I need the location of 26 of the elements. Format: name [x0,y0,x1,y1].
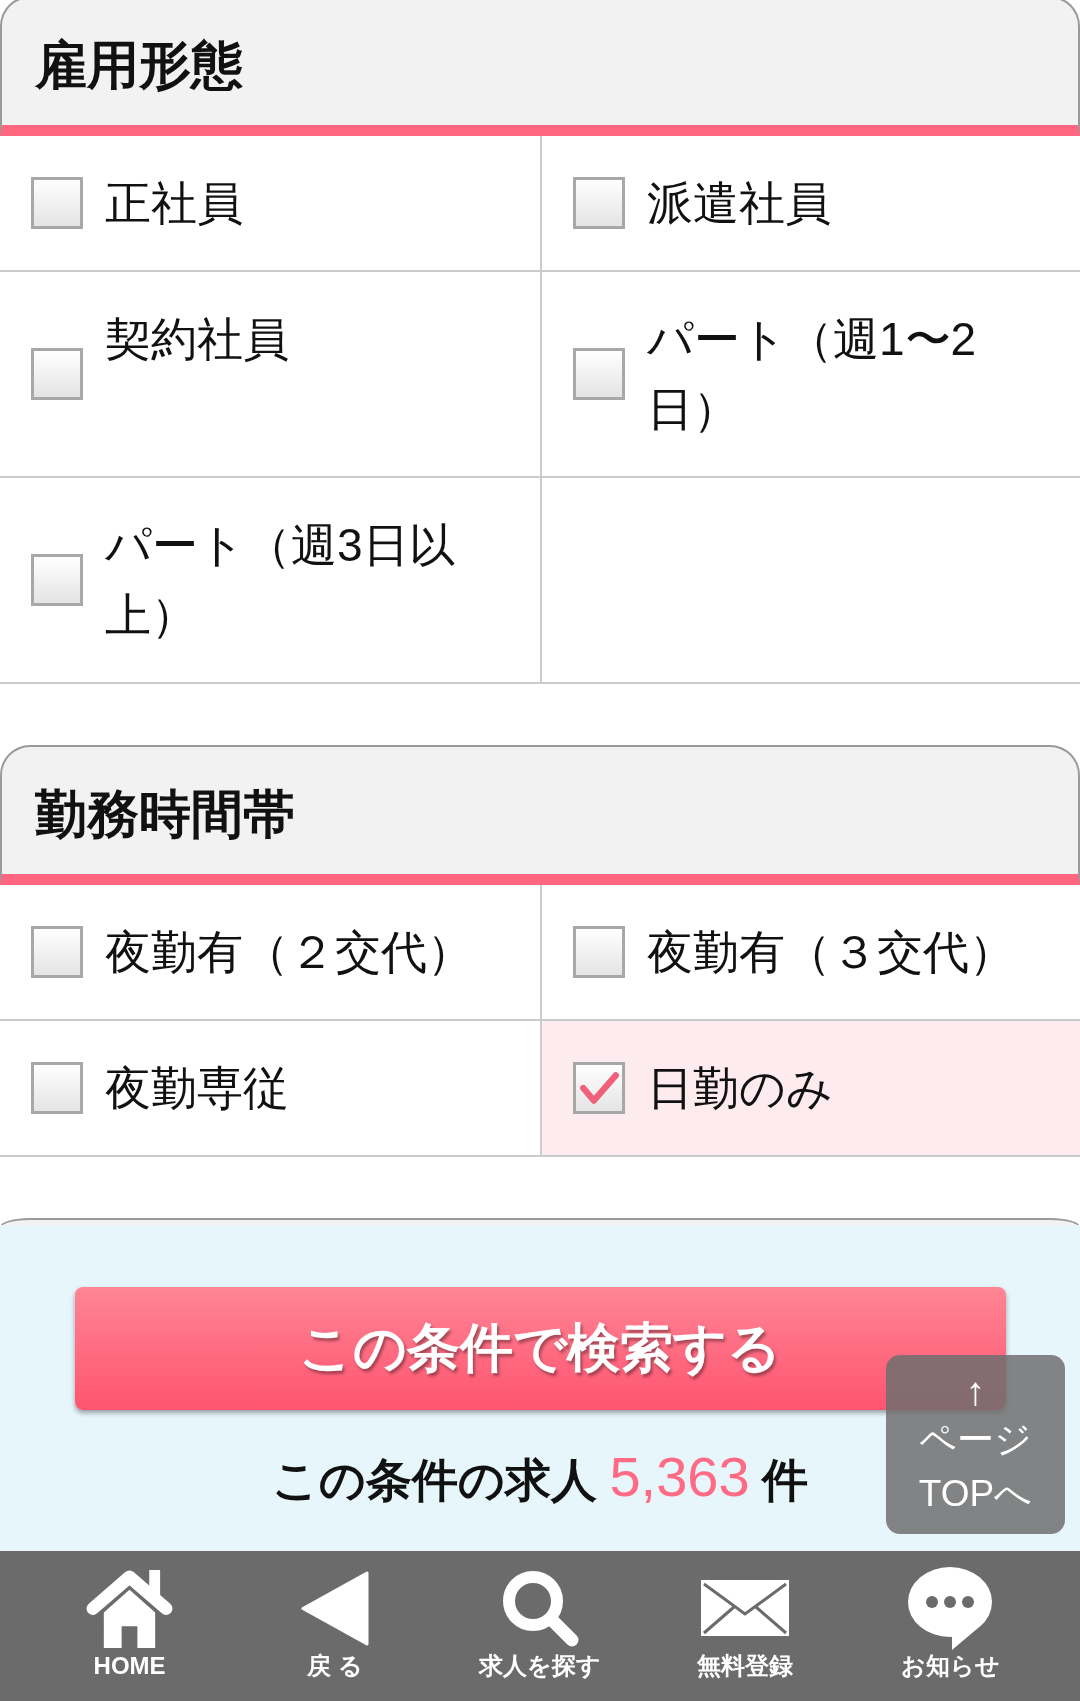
checkbox-option[interactable]: 夜勤有（３交代） [540,885,1080,1021]
checkbox[interactable] [573,348,625,400]
section-title: 雇用形態 [35,35,243,97]
result-count: この条件の求人 5,363 件 [271,1447,809,1510]
nav-button[interactable]: HOME [84,1551,176,1681]
checkbox-option[interactable]: 日勤のみ [540,1021,1080,1157]
nav-button[interactable]: 求人を探す [479,1551,601,1681]
checkbox-option[interactable]: パート（週1〜2日） [540,272,1080,478]
nav-button[interactable]: 無料登録 [697,1551,794,1681]
checkbox[interactable] [31,554,83,606]
checkbox[interactable] [31,926,83,978]
checkbox-option[interactable]: 派遣社員 [540,136,1080,272]
left-triangle-icon [300,1570,369,1646]
checkbox[interactable] [573,926,625,978]
chat-bubble-icon [908,1566,993,1650]
checkbox[interactable] [31,177,83,229]
checkbox[interactable] [31,1062,83,1114]
page-top-button[interactable]: ↑ ページ TOPへ [886,1355,1065,1534]
nav-button[interactable]: 戻 る [300,1551,369,1681]
checkbox[interactable] [573,1062,625,1114]
section-title: 勤務時間帯 [35,784,295,846]
envelope-icon [701,1580,790,1636]
checkbox[interactable] [31,348,83,400]
checkbox[interactable] [573,177,625,229]
nav-button[interactable]: お知らせ [900,1551,1000,1681]
search-icon [500,1568,580,1648]
